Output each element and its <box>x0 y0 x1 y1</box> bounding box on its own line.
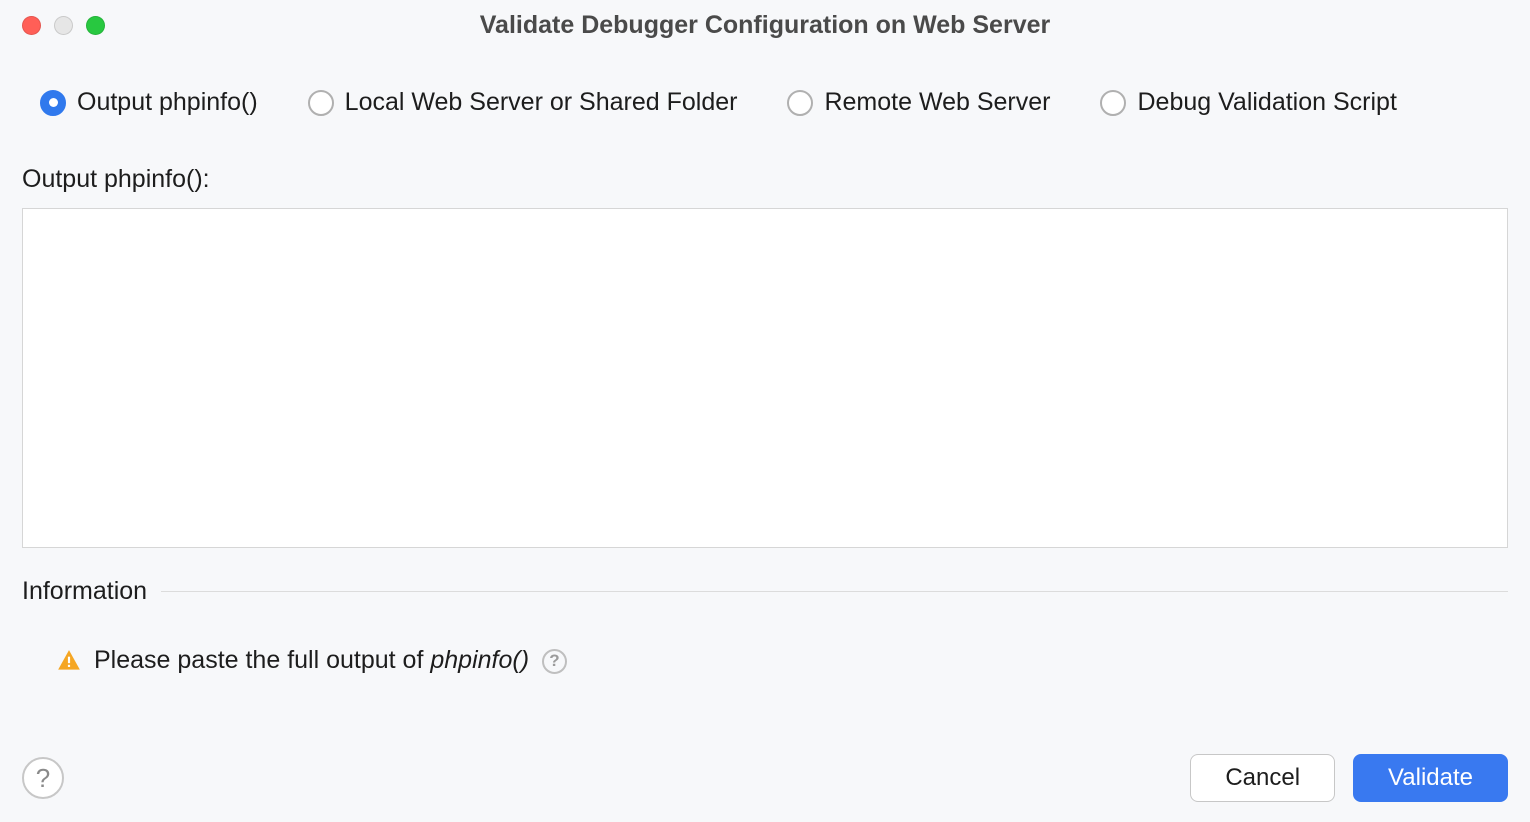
radio-debug-validation-script[interactable]: Debug Validation Script <box>1100 88 1396 117</box>
radio-label: Output phpinfo() <box>77 88 258 117</box>
dialog-footer: ? Cancel Validate <box>0 754 1530 802</box>
zoom-window-icon[interactable] <box>86 16 105 35</box>
warning-icon <box>56 648 82 674</box>
title-bar: Validate Debugger Configuration on Web S… <box>0 0 1530 50</box>
information-title: Information <box>22 577 147 606</box>
radio-label: Remote Web Server <box>824 88 1050 117</box>
info-text-prefix: Please paste the full output of <box>94 646 423 674</box>
phpinfo-field-label: Output phpinfo(): <box>22 165 1508 194</box>
divider <box>161 591 1508 592</box>
minimize-window-icon[interactable] <box>54 16 73 35</box>
radio-label: Debug Validation Script <box>1137 88 1396 117</box>
radio-label: Local Web Server or Shared Folder <box>345 88 738 117</box>
cancel-button[interactable]: Cancel <box>1190 754 1335 802</box>
radio-unselected-icon <box>1100 90 1126 116</box>
radio-output-phpinfo[interactable]: Output phpinfo() <box>40 88 258 117</box>
radio-local-web-server[interactable]: Local Web Server or Shared Folder <box>308 88 738 117</box>
information-section: Information Please paste the full output… <box>22 577 1508 675</box>
info-text-italic: phpinfo() <box>430 646 529 674</box>
window-controls <box>0 16 105 35</box>
information-header: Information <box>22 577 1508 606</box>
information-body: Please paste the full output of phpinfo(… <box>22 606 1508 675</box>
validate-button[interactable]: Validate <box>1353 754 1508 802</box>
close-window-icon[interactable] <box>22 16 41 35</box>
help-inline-icon[interactable]: ? <box>542 649 567 674</box>
radio-selected-icon <box>40 90 66 116</box>
help-button[interactable]: ? <box>22 757 64 799</box>
window-title: Validate Debugger Configuration on Web S… <box>0 11 1530 40</box>
information-message: Please paste the full output of phpinfo(… <box>94 646 567 675</box>
radio-remote-web-server[interactable]: Remote Web Server <box>787 88 1050 117</box>
content-area: Output phpinfo(): Information Please pas… <box>0 117 1530 675</box>
mode-radio-group: Output phpinfo() Local Web Server or Sha… <box>0 50 1530 117</box>
phpinfo-textarea[interactable] <box>22 208 1508 548</box>
radio-unselected-icon <box>308 90 334 116</box>
radio-unselected-icon <box>787 90 813 116</box>
